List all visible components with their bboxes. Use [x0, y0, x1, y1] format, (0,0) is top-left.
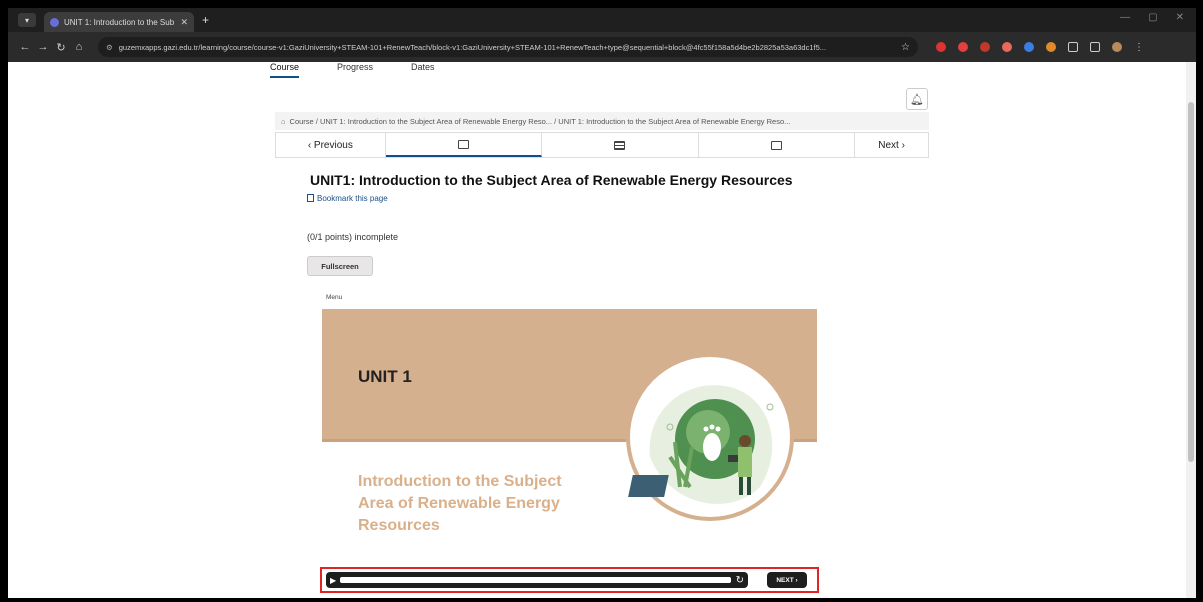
- tab-course[interactable]: Course: [270, 62, 300, 78]
- slide-subtitle-line: Resources: [358, 517, 440, 534]
- tab-progress[interactable]: Progress: [337, 62, 373, 78]
- reload-icon[interactable]: ↻: [52, 41, 70, 54]
- slide-canvas: UNIT 1 Introduction to the Subject Area …: [322, 309, 817, 565]
- extension-icon[interactable]: [980, 42, 990, 52]
- slide-next-button[interactable]: NEXT ›: [767, 572, 807, 588]
- document-icon: [614, 140, 626, 150]
- previous-button[interactable]: ‹ Previous: [276, 133, 386, 157]
- renewable-energy-illustration: [626, 353, 794, 521]
- restore-icon[interactable]: ▢: [1148, 12, 1157, 23]
- edit-icon: [770, 140, 782, 150]
- breadcrumb-text[interactable]: Course / UNIT 1: Introduction to the Sub…: [290, 117, 791, 126]
- tab-search-icon[interactable]: ▾: [18, 13, 36, 27]
- slide-subtitle-line: Introduction to the Subject: [358, 473, 562, 490]
- scrollbar-thumb[interactable]: [1188, 102, 1194, 462]
- slide-menu-link[interactable]: Menu: [326, 294, 342, 301]
- bookmark-link[interactable]: Bookmark this page: [307, 194, 388, 203]
- slide-unit-label: UNIT 1: [358, 367, 412, 386]
- extensions-puzzle-icon[interactable]: [1068, 42, 1078, 52]
- play-icon[interactable]: ▶: [330, 576, 336, 585]
- browser-window: ▾ UNIT 1: Introduction to the Sub ✕ + — …: [8, 8, 1196, 598]
- notification-bell-icon[interactable]: 🔔︎: [906, 88, 928, 110]
- page-title: UNIT1: Introduction to the Subject Area …: [310, 172, 793, 188]
- breadcrumb: ⌂ Course / UNIT 1: Introduction to the S…: [275, 112, 929, 130]
- window-controls: — ▢ ✕: [1120, 12, 1184, 23]
- points-status: (0/1 points) incomplete: [307, 232, 399, 242]
- navigation-bar: ← → ↻ ⌂ ⚙ guzemxapps.gazi.edu.tr/learnin…: [8, 32, 1196, 62]
- extension-icon[interactable]: [958, 42, 968, 52]
- close-tab-icon[interactable]: ✕: [180, 17, 188, 28]
- extension-icon[interactable]: [1046, 42, 1056, 52]
- extensions-area: ⋮: [936, 42, 1144, 53]
- extension-icon[interactable]: [1024, 42, 1034, 52]
- home-icon[interactable]: ⌂: [281, 117, 286, 126]
- replay-icon[interactable]: ↻: [736, 575, 744, 586]
- bookmark-label: Bookmark this page: [317, 194, 388, 203]
- profile-avatar[interactable]: [1112, 42, 1122, 52]
- next-button[interactable]: Next ›: [855, 133, 928, 157]
- edit-icon: [457, 139, 469, 149]
- forward-icon[interactable]: →: [34, 41, 52, 53]
- tab-bar: ▾ UNIT 1: Introduction to the Sub ✕ + — …: [8, 8, 1196, 32]
- slide-player-bar: ▶ ↻: [326, 572, 748, 588]
- back-icon[interactable]: ←: [16, 41, 34, 53]
- page-content: Course Progress Dates 🔔︎ ⌂ Course / UNIT…: [8, 62, 1186, 598]
- sequence-navigation: ‹ Previous Next ›: [275, 132, 929, 158]
- side-panel-icon[interactable]: [1090, 42, 1100, 52]
- bookmark-icon: [307, 194, 314, 202]
- new-tab-icon[interactable]: +: [202, 13, 209, 27]
- seek-bar[interactable]: [340, 577, 731, 583]
- favicon-icon: [50, 17, 59, 27]
- extension-icon[interactable]: [1002, 42, 1012, 52]
- sequence-unit-3[interactable]: [699, 133, 856, 157]
- more-menu-icon[interactable]: ⋮: [1134, 42, 1144, 53]
- sequence-unit-2[interactable]: [542, 133, 699, 157]
- fullscreen-button[interactable]: Fullscreen: [307, 256, 373, 276]
- tab-dates[interactable]: Dates: [411, 62, 435, 78]
- extension-icon[interactable]: [936, 42, 946, 52]
- course-tabs: Course Progress Dates: [270, 62, 435, 78]
- tab-title: UNIT 1: Introduction to the Sub: [64, 17, 175, 27]
- close-window-icon[interactable]: ✕: [1176, 12, 1184, 23]
- address-bar[interactable]: ⚙ guzemxapps.gazi.edu.tr/learning/course…: [98, 37, 918, 57]
- slide-subtitle-line: Area of Renewable Energy: [358, 495, 560, 512]
- minimize-icon[interactable]: —: [1120, 12, 1130, 23]
- sequence-unit-1[interactable]: [385, 133, 543, 157]
- site-info-icon[interactable]: ⚙: [106, 43, 113, 52]
- browser-tab[interactable]: UNIT 1: Introduction to the Sub ✕: [44, 12, 194, 32]
- page-scrollbar[interactable]: [1186, 62, 1196, 598]
- url-text: guzemxapps.gazi.edu.tr/learning/course/c…: [118, 42, 827, 52]
- slide-subtitle: Introduction to the Subject Area of Rene…: [358, 471, 608, 537]
- home-icon[interactable]: ⌂: [70, 41, 88, 53]
- bookmark-star-icon[interactable]: ☆: [901, 42, 910, 53]
